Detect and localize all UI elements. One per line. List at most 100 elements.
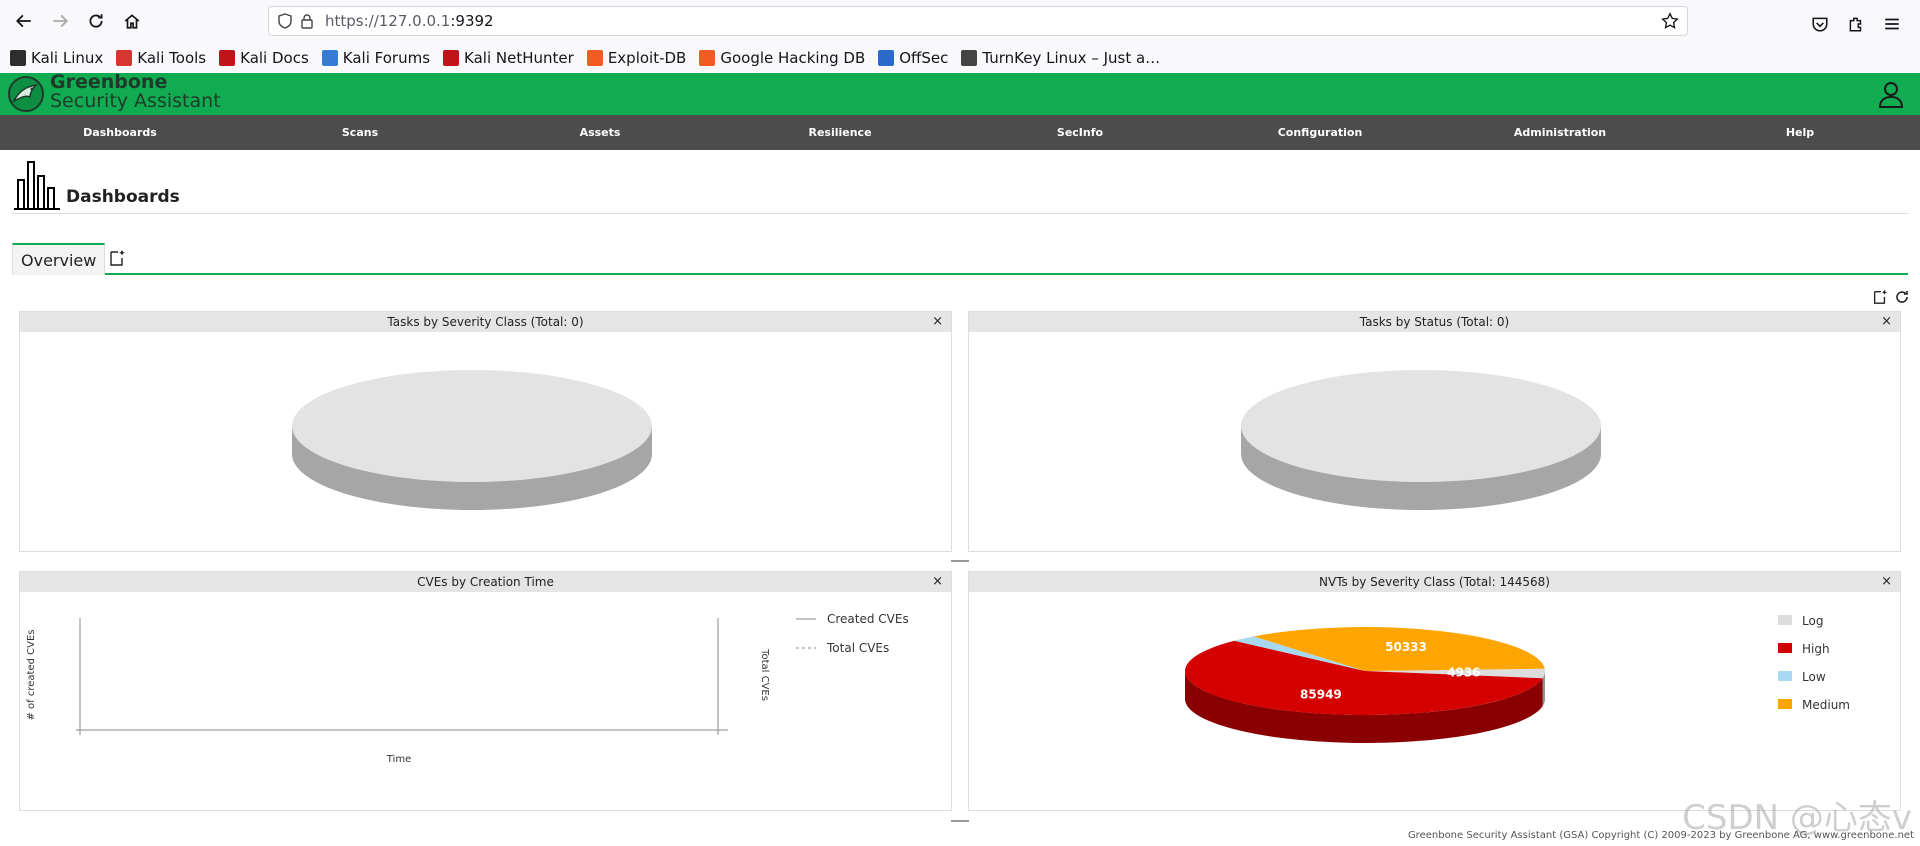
new-dashboard-icon[interactable]: [108, 249, 126, 267]
dashboard-tabs: Overview: [12, 243, 1908, 275]
legend-swatch: [1778, 671, 1792, 681]
menu-item-assets[interactable]: Assets: [480, 115, 720, 150]
bookmark-favicon-icon: [699, 49, 716, 66]
page-title: Dashboards: [66, 187, 180, 207]
legend-swatch: [1778, 699, 1792, 709]
legend-label-total: Total CVEs: [826, 641, 889, 655]
greenbone-logo-icon[interactable]: [6, 75, 46, 113]
y2-axis-label: Total CVEs: [759, 648, 770, 701]
gsa-header: Greenbone Security Assistant: [0, 73, 1920, 115]
bookmark-label: TurnKey Linux – Just a…: [982, 48, 1161, 67]
bookmark-label: Kali NetHunter: [464, 48, 574, 67]
close-icon[interactable]: ×: [1881, 312, 1892, 332]
bookmark-favicon-icon: [586, 49, 603, 66]
tab-overview[interactable]: Overview: [12, 243, 106, 275]
bookmark-label: Exploit-DB: [607, 48, 687, 67]
panel-cves-by-creation-time: CVEs by Creation Time × Time # of create…: [19, 571, 952, 811]
pie-top: [292, 370, 652, 482]
bookmark-favicon-icon: [878, 49, 895, 66]
legend-label: Log: [1802, 614, 1823, 628]
main-menu: Dashboards Scans Assets Resilience SecInfo Co…: [0, 115, 1920, 150]
bookmark-label: Kali Tools: [137, 48, 207, 67]
bookmark-item[interactable]: Kali NetHunter: [443, 49, 574, 67]
bookmark-item[interactable]: Kali Tools: [116, 49, 206, 67]
lock-warning-icon[interactable]: [299, 13, 315, 29]
brand-line-2: Security Assistant: [50, 90, 221, 112]
legend-swatch: [1778, 615, 1792, 625]
panel-header[interactable]: NVTs by Severity Class (Total: 144568) ×: [969, 572, 1900, 592]
panel-header[interactable]: Tasks by Status (Total: 0) ×: [969, 312, 1900, 332]
menu-item-configuration[interactable]: Configuration: [1200, 115, 1440, 150]
menu-item-help[interactable]: Help: [1680, 115, 1920, 150]
panel-title: CVEs by Creation Time: [417, 575, 554, 589]
panel-header[interactable]: Tasks by Severity Class (Total: 0) ×: [20, 312, 951, 332]
bookmark-label: Kali Docs: [240, 48, 309, 67]
bookmark-item[interactable]: Google Hacking DB: [699, 49, 865, 67]
x-axis-label: Time: [386, 754, 411, 765]
close-icon[interactable]: ×: [1881, 572, 1892, 592]
legend-swatch: [1778, 643, 1792, 653]
reload-icon[interactable]: [78, 3, 114, 39]
reset-dashboard-icon[interactable]: [1894, 289, 1910, 305]
bookmark-label: Kali Forums: [342, 48, 431, 67]
bookmark-favicon-icon: [961, 49, 978, 66]
panel-header[interactable]: CVEs by Creation Time ×: [20, 572, 951, 592]
pie-value-label: 4936: [1447, 666, 1480, 680]
close-icon[interactable]: ×: [932, 312, 943, 332]
empty-pie-chart: [1241, 370, 1601, 510]
panel-nvts-by-severity: NVTs by Severity Class (Total: 144568) ×…: [968, 571, 1901, 811]
page-header: Dashboards: [12, 160, 1908, 214]
browser-right-icons: [1802, 6, 1910, 42]
row-resize-handle[interactable]: [951, 820, 969, 822]
back-icon[interactable]: [6, 3, 42, 39]
menu-item-secinfo[interactable]: SecInfo: [960, 115, 1200, 150]
footer-copyright: Greenbone Security Assistant (GSA) Copyr…: [1407, 830, 1914, 841]
extensions-icon[interactable]: [1838, 6, 1874, 42]
pie-value-label: 50333: [1385, 640, 1427, 654]
bookmark-item[interactable]: TurnKey Linux – Just a…: [961, 49, 1160, 67]
bookmark-label: OffSec: [899, 48, 949, 67]
bookmark-favicon-icon: [321, 49, 338, 66]
dashboard-chart-icon: [14, 161, 60, 210]
legend-label-created: Created CVEs: [827, 612, 909, 626]
add-display-icon[interactable]: [1872, 289, 1888, 305]
menu-item-scans[interactable]: Scans: [240, 115, 480, 150]
user-icon[interactable]: [1876, 79, 1906, 109]
menu-item-administration[interactable]: Administration: [1440, 115, 1680, 150]
panel-tasks-by-severity: Tasks by Severity Class (Total: 0) ×: [19, 311, 952, 552]
bookmark-label: Google Hacking DB: [720, 48, 866, 67]
home-icon[interactable]: [114, 3, 150, 39]
bookmarks-bar: Kali Linux Kali Tools Kali Docs Kali Forums…: [0, 42, 1920, 73]
cves-line-chart: Time # of created CVEs Total CVEs Create…: [26, 612, 909, 765]
bookmark-star-icon[interactable]: [1661, 12, 1679, 30]
bookmark-favicon-icon: [10, 49, 26, 66]
nvts-pie-chart: 4936 85949 50333 Log High Low Medium: [1185, 614, 1850, 743]
panel-tasks-by-status: Tasks by Status (Total: 0) ×: [968, 311, 1901, 552]
bookmark-item[interactable]: Kali Linux: [10, 49, 103, 67]
y-axis-label: # of created CVEs: [26, 630, 37, 721]
legend-label: Low: [1802, 670, 1826, 684]
bookmark-favicon-icon: [443, 49, 460, 66]
bookmark-favicon-icon: [219, 49, 236, 66]
bookmark-item[interactable]: Kali Docs: [219, 49, 309, 67]
address-bar[interactable]: https://127.0.0.1:9392: [268, 6, 1688, 36]
bookmark-item[interactable]: OffSec: [878, 49, 948, 67]
forward-icon[interactable]: [42, 3, 78, 39]
menu-item-dashboards[interactable]: Dashboards: [0, 115, 240, 150]
row-resize-handle[interactable]: [951, 560, 969, 562]
panel-title: Tasks by Severity Class (Total: 0): [387, 315, 584, 329]
panel-title: Tasks by Status (Total: 0): [1359, 315, 1510, 329]
bookmark-label: Kali Linux: [31, 48, 104, 67]
dashboard-tools: [1872, 289, 1910, 305]
url-text: https://127.0.0.1:9392: [325, 12, 494, 30]
close-icon[interactable]: ×: [932, 572, 943, 592]
bookmark-item[interactable]: Exploit-DB: [586, 48, 687, 67]
hamburger-menu-icon[interactable]: [1874, 6, 1910, 42]
menu-item-resilience[interactable]: Resilience: [720, 115, 960, 150]
shield-icon[interactable]: [277, 13, 293, 29]
bookmark-item[interactable]: Kali Forums: [321, 48, 431, 67]
panel-title: NVTs by Severity Class (Total: 144568): [1319, 575, 1550, 589]
pocket-icon[interactable]: [1802, 6, 1838, 42]
legend-label: Medium: [1802, 698, 1850, 712]
empty-pie-chart: [292, 370, 652, 510]
